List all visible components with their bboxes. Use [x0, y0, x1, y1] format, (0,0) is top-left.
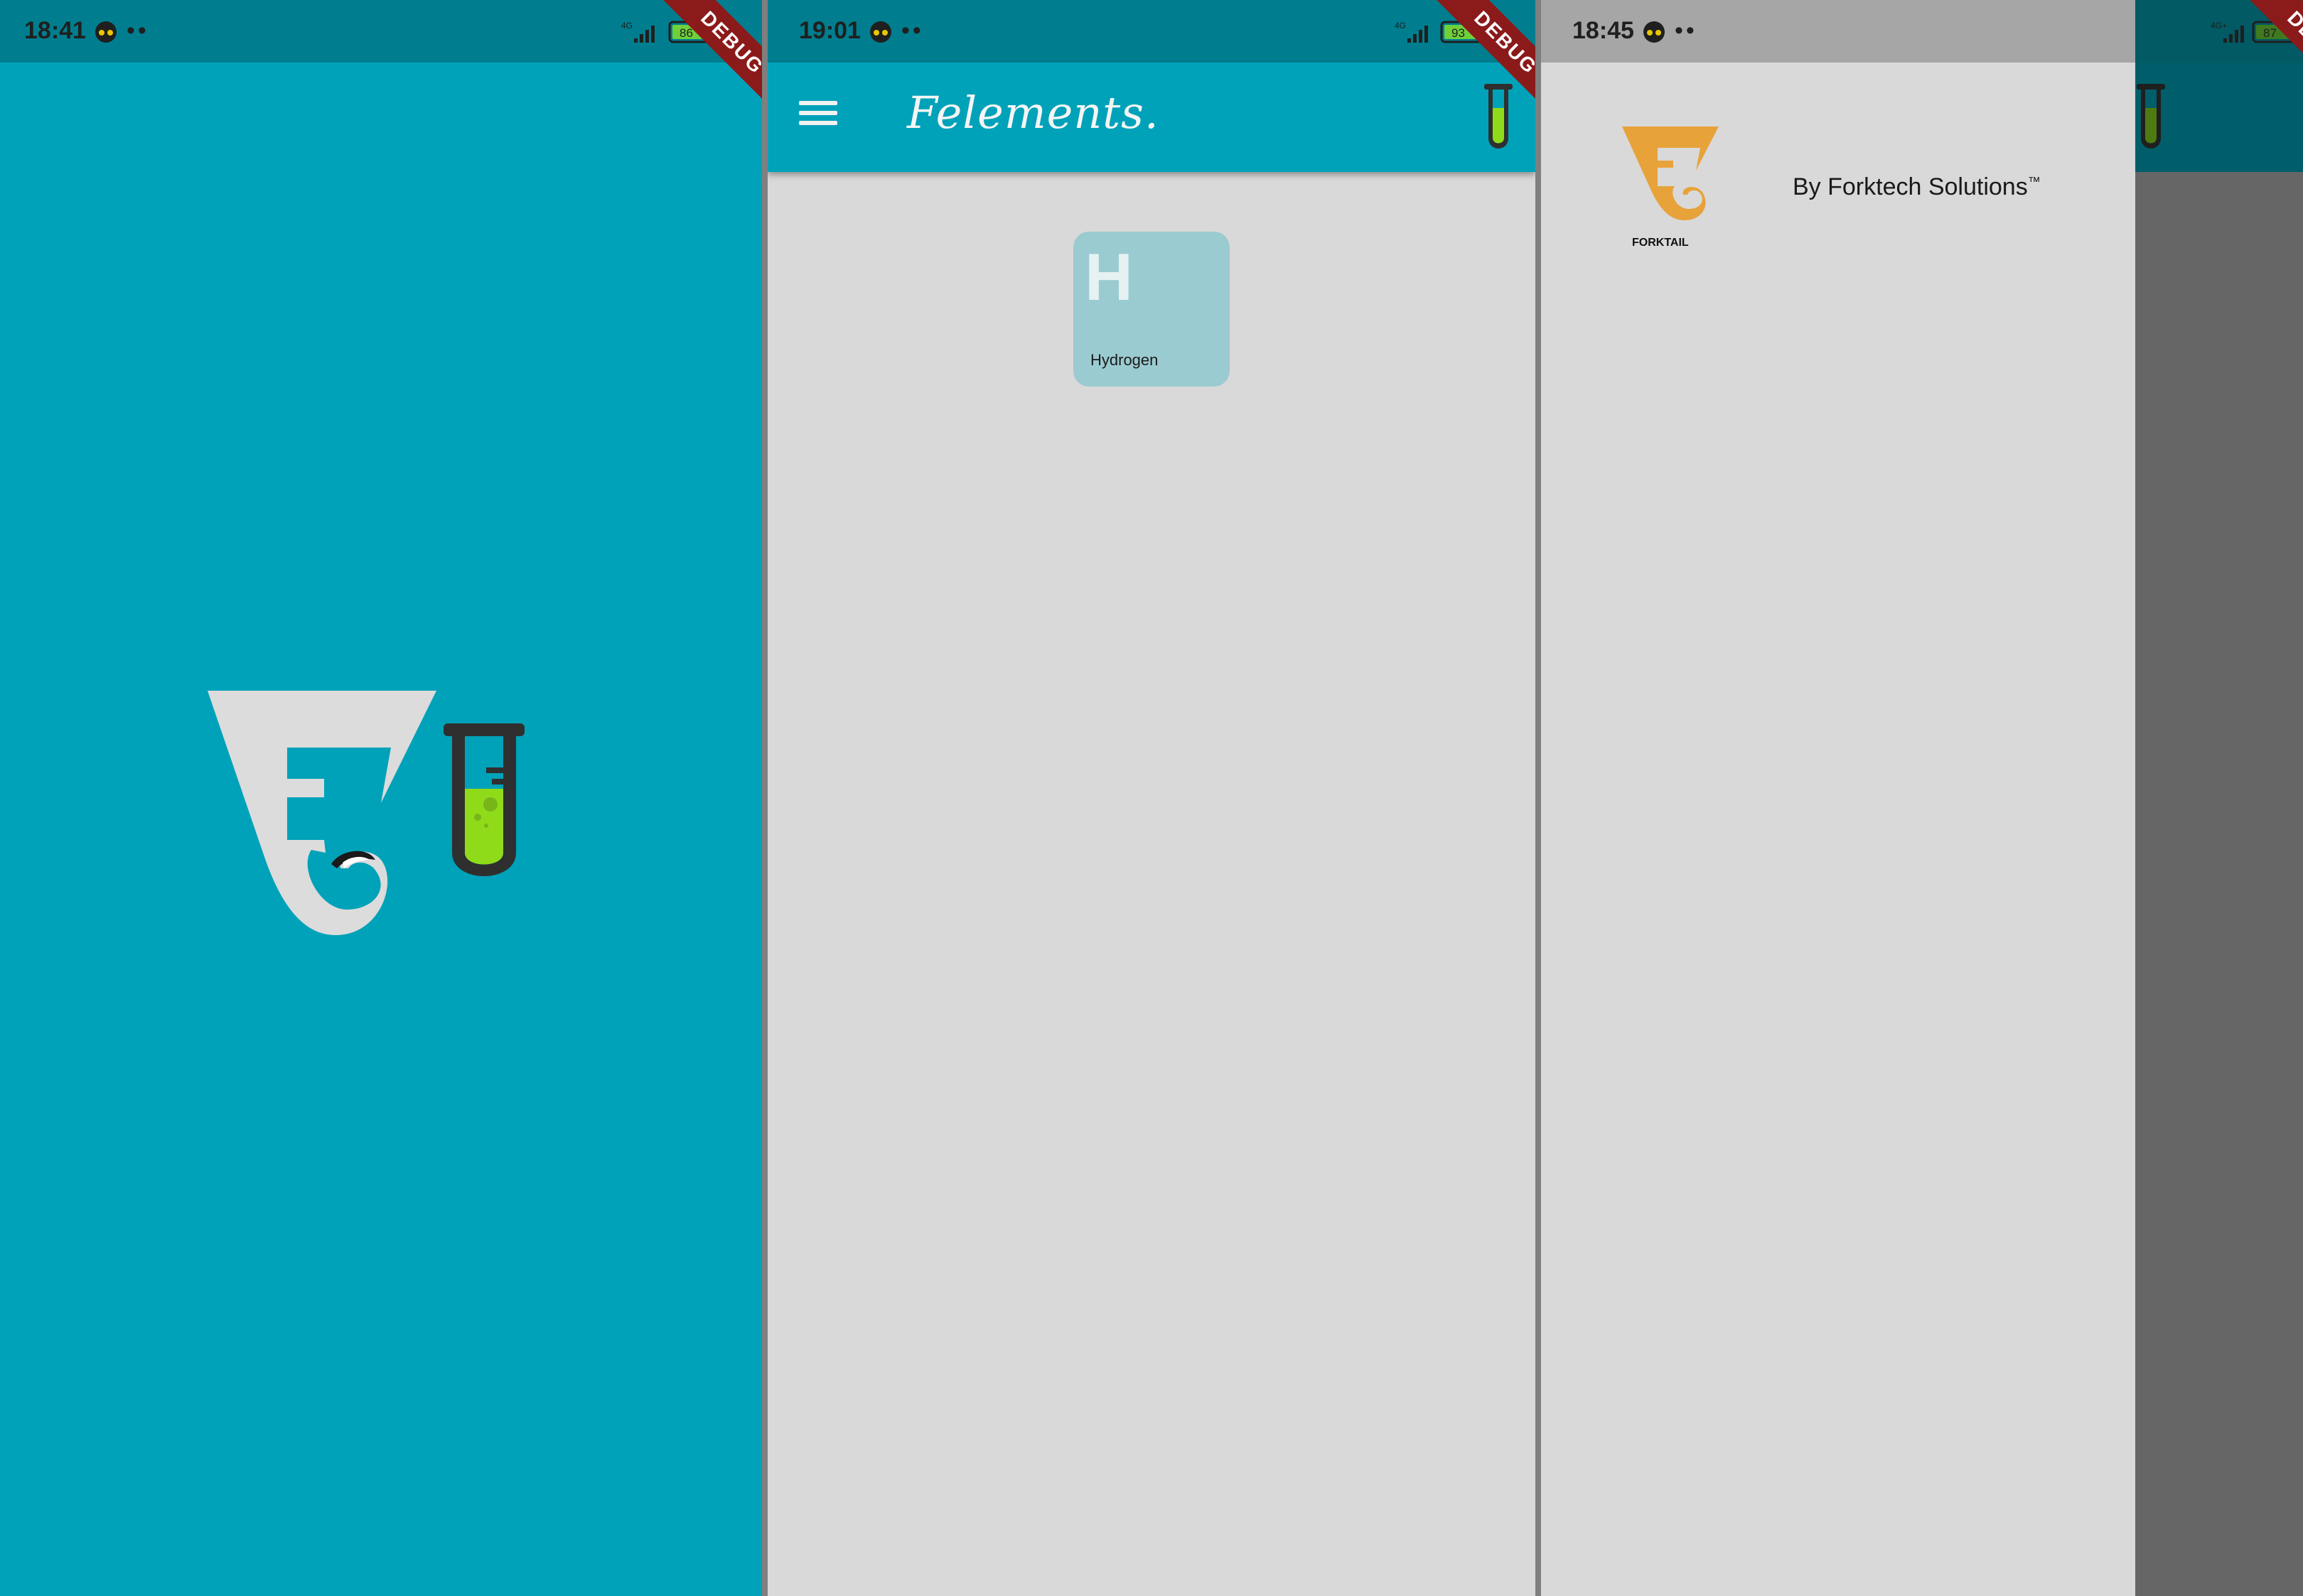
element-symbol: H	[1085, 239, 1133, 314]
status-bar: 19:01 •• 4G 93	[768, 0, 1535, 63]
navigation-drawer: 18:45 •• FORKTAIL By Forktech Solutions™	[1541, 0, 2135, 1596]
forktail-f-icon	[208, 691, 436, 935]
status-bar: 18:41 •• 4G 86	[0, 0, 762, 63]
battery-level: 87	[2263, 26, 2277, 40]
scrim-app-bar	[2135, 63, 2303, 172]
drawer-byline: By Forktech Solutions™	[1793, 173, 2041, 201]
status-time: 18:45	[1572, 17, 1634, 44]
status-time: 19:01	[799, 17, 861, 44]
drawer-scrim[interactable]	[2135, 0, 2303, 1596]
battery-level: 93	[1451, 26, 1465, 40]
element-name: Hydrogen	[1090, 351, 1159, 369]
screen-divider	[762, 0, 768, 1596]
drawer-screen: 4G+ 87 DEBUG 18:45 •• FORKTAIL By Forkte…	[1541, 0, 2303, 1596]
screen-divider	[1535, 0, 1541, 1596]
element-tile-hydrogen[interactable]: H Hydrogen	[1073, 232, 1230, 387]
notification-dots: ••	[901, 17, 924, 44]
status-time: 18:41	[24, 17, 86, 44]
logo-text: FORKTAIL	[1632, 237, 1689, 249]
menu-icon[interactable]	[799, 97, 839, 136]
signal-icon: 4G	[1395, 21, 1428, 43]
test-tube-icon	[444, 723, 525, 876]
home-screen: 19:01 •• 4G 93 Felements. DEBUG H Hydrog…	[768, 0, 1535, 1596]
network-type: 4G	[1395, 21, 1406, 31]
splash-screen: 18:41 •• 4G 86 DEBUG	[0, 0, 762, 1596]
forktail-logo-icon: FORKTAIL	[1622, 126, 1719, 249]
notification-dots: ••	[1675, 17, 1697, 44]
test-tube-icon	[2137, 84, 2165, 149]
trademark-symbol: ™	[2027, 174, 2041, 189]
felements-logo	[208, 691, 525, 935]
app-title: Felements.	[907, 87, 1159, 139]
app-bar: Felements.	[768, 63, 1535, 172]
signal-icon: 4G+	[2211, 21, 2244, 43]
network-type: 4G	[621, 21, 633, 31]
incognito-icon	[1643, 21, 1665, 43]
status-bar: 18:45 ••	[1541, 0, 2135, 63]
byline-text: By Forktech Solutions	[1793, 173, 2028, 200]
incognito-icon	[870, 21, 891, 43]
test-tube-icon[interactable]	[1483, 82, 1514, 153]
network-type: 4G+	[2211, 21, 2227, 31]
signal-icon: 4G	[621, 21, 655, 43]
incognito-icon	[95, 21, 117, 43]
notification-dots: ••	[127, 17, 149, 44]
